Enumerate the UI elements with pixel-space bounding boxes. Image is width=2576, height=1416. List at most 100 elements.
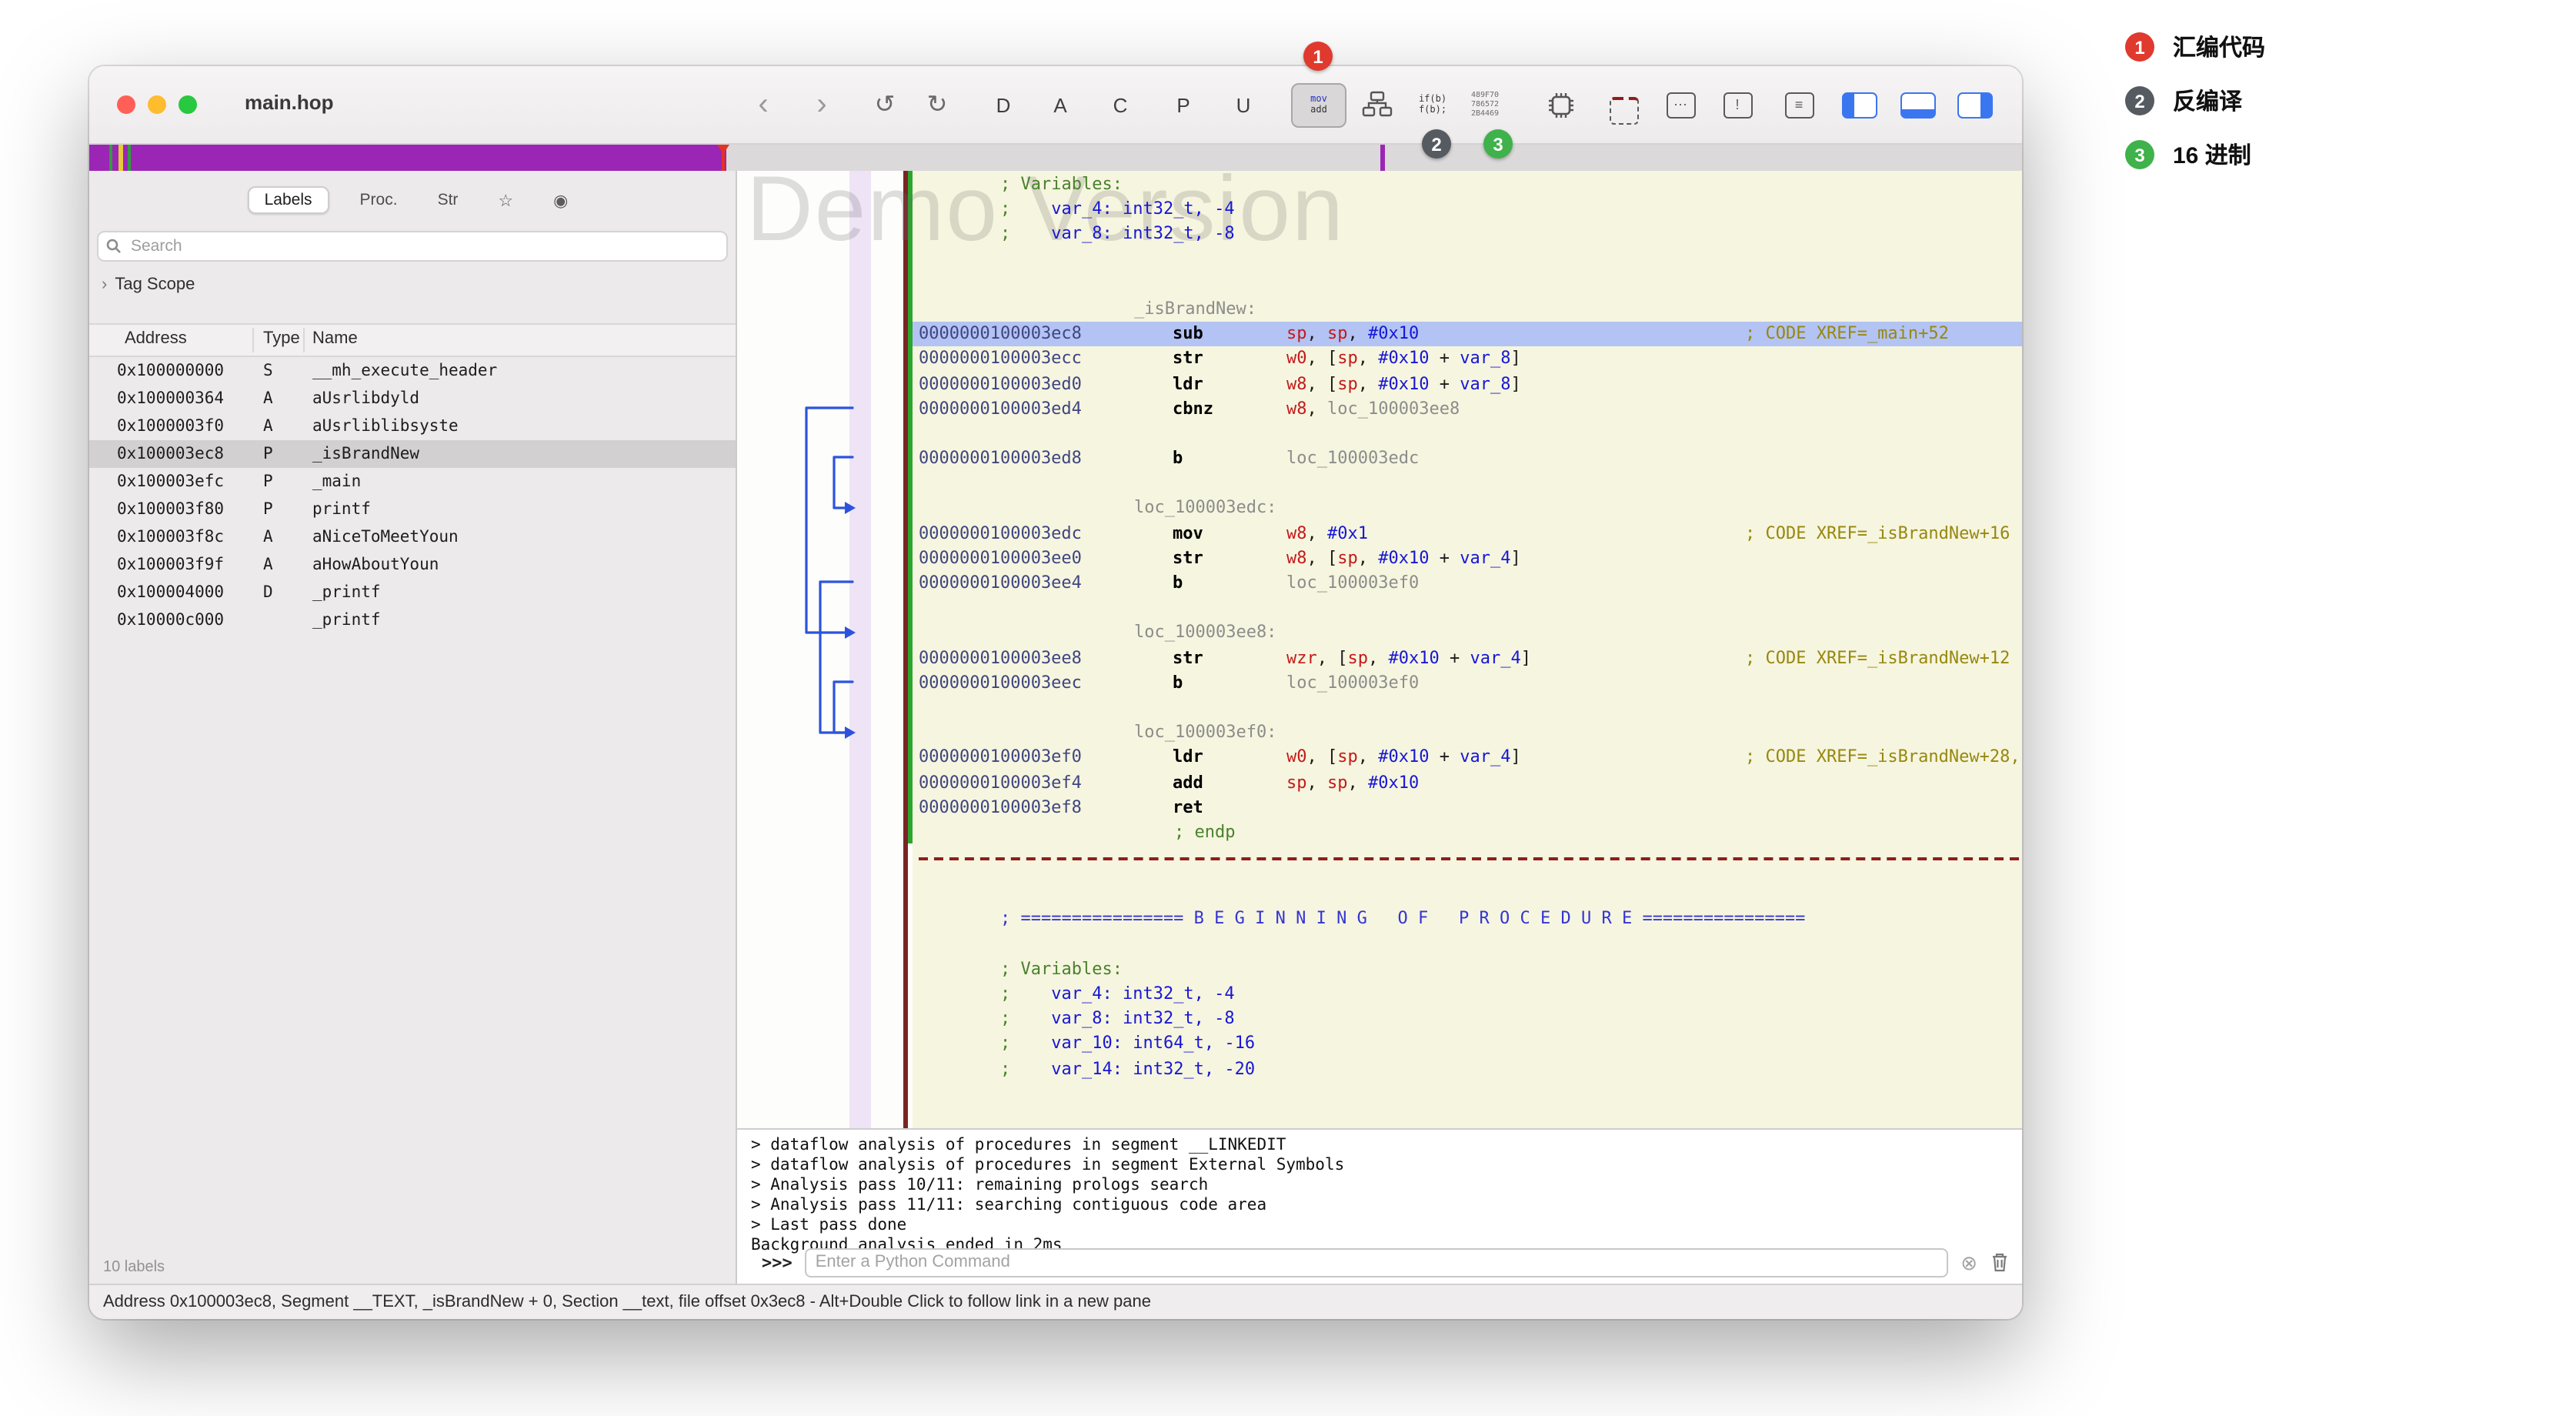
disassembly-view[interactable]: Demo Version — [737, 171, 2022, 1128]
asm-line[interactable]: 0000000100003ed4cbnzw8, loc_100003ee8 — [913, 396, 2022, 421]
cfg-view-button[interactable] — [1354, 80, 1400, 129]
procedure-button[interactable]: P — [1160, 80, 1206, 129]
ascii-button-label: A — [1053, 93, 1066, 116]
header-address[interactable]: Address — [125, 329, 187, 348]
asm-line[interactable]: 0000000100003ef0ldrw0, [sp, #0x10 + var_… — [913, 746, 2022, 770]
close-button[interactable] — [117, 95, 135, 114]
header-type[interactable]: Type — [263, 329, 300, 348]
label-address: 0x10000c000 — [117, 611, 224, 630]
console-line: > dataflow analysis of procedures in seg… — [751, 1156, 2022, 1176]
left-panel-icon — [1841, 92, 1877, 118]
label-row[interactable]: 0x100003f8cAaNiceToMeetYoun — [89, 523, 736, 551]
control-flow-arrows — [783, 171, 913, 1128]
clear-console-icon[interactable]: ⊗ — [1960, 1252, 1977, 1272]
pseudocode-view-button[interactable]: if(b) f(b); — [1408, 80, 1457, 129]
label-name: __mh_execute_header — [312, 362, 497, 380]
asm-line[interactable]: 0000000100003ed8bloc_100003edc — [913, 446, 2022, 471]
problems-button[interactable]: ! — [1714, 80, 1760, 129]
asm-label-line[interactable]: _isBrandNew: — [913, 297, 2022, 322]
toggle-bottom-panel-button[interactable] — [1896, 80, 1939, 129]
asm-line[interactable]: 0000000100003eecbloc_100003ef0 — [913, 671, 2022, 696]
code-button[interactable]: C — [1097, 80, 1143, 129]
sidebar-filter-tabs: Labels Proc. Str ☆ ◉ — [89, 186, 736, 214]
asm-line[interactable]: 0000000100003ee8strwzr, [sp, #0x10 + var… — [913, 646, 2022, 670]
header-name[interactable]: Name — [312, 329, 358, 348]
python-console[interactable]: > dataflow analysis of procedures in seg… — [737, 1128, 2022, 1285]
ascii-button[interactable]: A — [1037, 80, 1083, 129]
pseudo-line1: if(b) — [1419, 94, 1446, 105]
trash-icon[interactable] — [1990, 1251, 2010, 1273]
procedure-separator — [919, 857, 2019, 860]
scope-icon[interactable]: ◉ — [544, 187, 577, 213]
labels-table-header[interactable]: Address Type Name — [89, 323, 736, 357]
asm-label-line[interactable]: loc_100003ee8: — [913, 621, 2022, 646]
label-row[interactable]: 0x100003f80Pprintf — [89, 496, 736, 523]
label-row[interactable]: 0x100003efcP_main — [89, 468, 736, 496]
label-row[interactable]: 0x1000003f0AaUsrliblibsyste — [89, 412, 736, 440]
asm-line[interactable]: 0000000100003edcmovw8, #0x1; CODE XREF=_… — [913, 521, 2022, 546]
asm-line[interactable]: 0000000100003eccstrw0, [sp, #0x10 + var_… — [913, 347, 2022, 372]
undo-button[interactable]: ↺ — [862, 80, 908, 129]
navigation-bar[interactable] — [89, 145, 2022, 172]
tab-strings[interactable]: Str — [429, 188, 468, 212]
assembly-view-icon: mov add — [1291, 82, 1346, 127]
asm-line[interactable]: 0000000100003ed0ldrw8, [sp, #0x10 + var_… — [913, 372, 2022, 396]
code-line — [913, 272, 2022, 297]
tab-labels[interactable]: Labels — [248, 186, 329, 214]
toggle-right-panel-button[interactable] — [1953, 80, 1996, 129]
status-bar: Address 0x100003ec8, Segment __TEXT, _is… — [89, 1284, 2022, 1319]
asm-label-line[interactable]: loc_100003edc: — [913, 496, 2022, 521]
label-name: _printf — [312, 583, 381, 602]
label-name: _printf — [312, 611, 381, 630]
label-type: D — [263, 583, 273, 602]
asm-line[interactable]: 0000000100003ee4bloc_100003ef0 — [913, 571, 2022, 596]
label-row[interactable]: 0x10000c000 _printf — [89, 606, 736, 634]
bottom-panel-icon — [1900, 92, 1935, 118]
segments-icon — [1609, 97, 1638, 125]
zoom-button[interactable] — [179, 95, 197, 114]
asm-label-line[interactable]: loc_100003ef0: — [913, 720, 2022, 745]
bytes-button[interactable]: ⋯ — [1657, 80, 1703, 129]
xref-comment: ; CODE XREF=_isBrandNew+28, — [1745, 746, 2020, 770]
tags-button[interactable]: ≡ — [1776, 80, 1822, 129]
label-name: aUsrliblibsyste — [312, 417, 459, 436]
assembly-view-button[interactable]: mov add — [1291, 80, 1346, 129]
data-button[interactable]: D — [980, 80, 1026, 129]
cpu-mode-button[interactable] — [1537, 80, 1583, 129]
label-row[interactable]: 0x100000364AaUsrlibdyld — [89, 385, 736, 412]
forward-icon: › — [816, 87, 826, 122]
console-line: > Last pass done — [751, 1216, 2022, 1236]
label-row[interactable]: 0x100003ec8P_isBrandNew — [89, 440, 736, 468]
asm-line[interactable]: 0000000100003ef8ret — [913, 795, 2022, 820]
asm-line[interactable]: 0000000100003ec8subsp, sp, #0x10; CODE X… — [913, 322, 2022, 346]
search-field[interactable] — [97, 231, 728, 262]
undefine-button[interactable]: U — [1220, 80, 1266, 129]
console-line: > Analysis pass 11/11: searching contigu… — [751, 1196, 2022, 1216]
segments-button[interactable] — [1599, 80, 1645, 129]
legend-item: 1汇编代码 — [2125, 31, 2265, 63]
python-command-input[interactable] — [805, 1247, 1948, 1277]
label-type: A — [263, 528, 273, 546]
toggle-left-panel-button[interactable] — [1837, 80, 1880, 129]
asm-line[interactable]: 0000000100003ee0strw8, [sp, #0x10 + var_… — [913, 546, 2022, 571]
label-type: A — [263, 556, 273, 574]
label-row[interactable]: 0x100000000S__mh_execute_header — [89, 357, 736, 385]
minimize-button[interactable] — [148, 95, 166, 114]
asm-mini-line1: mov — [1310, 94, 1327, 105]
tag-scope-disclosure[interactable]: › Tag Scope — [102, 276, 195, 294]
tab-procedures[interactable]: Proc. — [351, 188, 407, 212]
callout-badge-1: 1 — [1303, 42, 1333, 71]
chevron-right-icon: › — [102, 276, 107, 294]
back-button[interactable]: ‹ — [740, 80, 786, 129]
label-row[interactable]: 0x100003f9fAaHowAboutYoun — [89, 551, 736, 579]
code-line: ; var_4: int32_t, -4 — [913, 197, 2022, 222]
redo-button[interactable]: ↻ — [914, 80, 960, 129]
hex-view-button[interactable]: 489F70 786572 2B4469 — [1460, 80, 1510, 129]
label-row[interactable]: 0x100004000D_printf — [89, 579, 736, 606]
forward-button[interactable]: › — [799, 80, 845, 129]
asm-line[interactable]: 0000000100003ef4addsp, sp, #0x10 — [913, 770, 2022, 795]
search-input[interactable] — [128, 235, 719, 257]
annotation-legend: 1汇编代码2反编译316 进制 — [2125, 31, 2265, 192]
code-line: ; var_10: int64_t, -16 — [913, 1032, 2022, 1057]
favorites-star-icon[interactable]: ☆ — [489, 187, 522, 213]
